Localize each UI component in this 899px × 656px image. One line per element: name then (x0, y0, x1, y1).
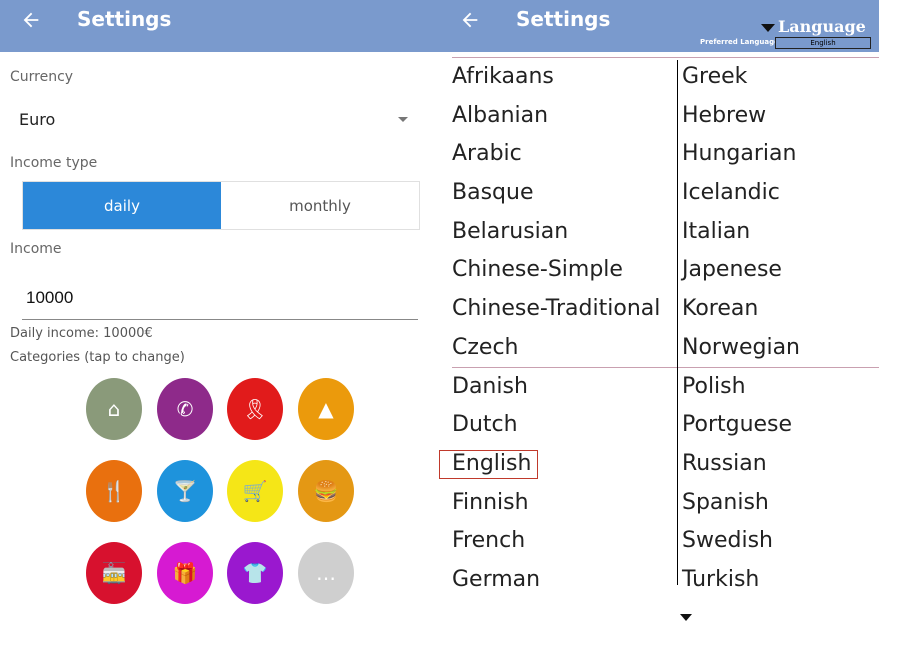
language-item[interactable]: Portguese (682, 406, 800, 445)
language-list-col1: Afrikaans Albanian Arabic Basque Belarusian C… (452, 58, 660, 600)
tram-icon: 🚋 (101, 561, 127, 585)
language-item[interactable]: Chinese-Simple (452, 251, 660, 290)
cocktail-icon: 🍸 (172, 479, 198, 503)
category-more[interactable]: … (298, 542, 354, 604)
currency-select[interactable]: Euro (19, 110, 55, 129)
page-title: Settings (77, 7, 172, 31)
daily-income-text: Daily income: 10000€ (10, 326, 153, 341)
phone-icon: ✆ (176, 397, 194, 421)
language-item[interactable]: Turkish (682, 561, 800, 600)
language-item[interactable]: Danish (452, 368, 660, 407)
language-item[interactable]: Hungarian (682, 135, 800, 174)
income-input[interactable] (22, 276, 418, 320)
category-ribbon[interactable]: 🎗 (227, 378, 283, 440)
category-gift[interactable]: 🎁 (157, 542, 213, 604)
income-type-monthly[interactable]: monthly (221, 182, 419, 229)
language-item[interactable]: Italian (682, 213, 800, 252)
categories-label: Categories (tap to change) (10, 350, 185, 365)
back-arrow-icon[interactable] (459, 9, 481, 31)
caret-down-icon[interactable] (761, 24, 775, 32)
fastfood-icon: 🍔 (313, 479, 339, 503)
category-cart[interactable]: 🛒 (227, 460, 283, 522)
language-item[interactable]: Afrikaans (452, 58, 660, 97)
scroll-down-icon[interactable] (680, 614, 692, 621)
language-item[interactable]: German (452, 561, 660, 600)
language-item[interactable]: French (452, 522, 660, 561)
category-home[interactable]: ⌂ (86, 378, 142, 440)
income-label: Income (10, 241, 62, 257)
more-icon: … (316, 561, 336, 585)
cone-icon: ▲ (318, 397, 334, 421)
language-item[interactable]: Russian (682, 445, 800, 484)
language-item[interactable]: Korean (682, 290, 800, 329)
language-item[interactable]: Belarusian (452, 213, 660, 252)
currency-label: Currency (10, 69, 74, 85)
shirt-icon: 👕 (242, 561, 268, 585)
cart-icon: 🛒 (242, 479, 268, 503)
app-bar-left: Settings (0, 0, 448, 52)
page-title-right: Settings (516, 7, 611, 31)
preferred-language-field[interactable]: English (775, 37, 871, 49)
language-item[interactable]: Norwegian (682, 329, 800, 368)
language-item[interactable]: Hebrew (682, 97, 800, 136)
category-phone[interactable]: ✆ (157, 378, 213, 440)
language-item[interactable]: Spanish (682, 484, 800, 523)
selected-language-highlight (439, 450, 538, 479)
language-item[interactable]: Swedish (682, 522, 800, 561)
column-divider (677, 60, 678, 585)
language-item[interactable]: Dutch (452, 406, 660, 445)
chevron-down-icon[interactable] (398, 117, 408, 122)
language-item[interactable]: Czech (452, 329, 660, 368)
language-item[interactable]: Greek (682, 58, 800, 97)
home-icon: ⌂ (107, 397, 121, 421)
income-type-daily[interactable]: daily (23, 182, 221, 229)
language-item[interactable]: Japenese (682, 251, 800, 290)
category-shirt[interactable]: 👕 (227, 542, 283, 604)
income-type-toggle: daily monthly (22, 181, 420, 230)
language-item[interactable]: Albanian (452, 97, 660, 136)
preferred-language-label: Preferred Language: (700, 38, 782, 46)
income-type-label: Income type (10, 155, 98, 171)
gift-icon: 🎁 (172, 561, 198, 585)
category-tram[interactable]: 🚋 (86, 542, 142, 604)
category-cocktail[interactable]: 🍸 (157, 460, 213, 522)
restaurant-icon: 🍴 (101, 479, 127, 503)
category-cone[interactable]: ▲ (298, 378, 354, 440)
language-item[interactable]: Finnish (452, 484, 660, 523)
category-fastfood[interactable]: 🍔 (298, 460, 354, 522)
language-item[interactable]: Polish (682, 368, 800, 407)
category-restaurant[interactable]: 🍴 (86, 460, 142, 522)
language-header: Language (778, 17, 866, 36)
language-item[interactable]: Basque (452, 174, 660, 213)
ribbon-icon: 🎗 (242, 397, 268, 421)
back-arrow-icon[interactable] (20, 9, 42, 31)
language-item[interactable]: Icelandic (682, 174, 800, 213)
language-item[interactable]: Chinese-Traditional (452, 290, 660, 329)
language-item[interactable]: Arabic (452, 135, 660, 174)
language-list-col2: Greek Hebrew Hungarian Icelandic Italian Jape… (682, 58, 800, 600)
